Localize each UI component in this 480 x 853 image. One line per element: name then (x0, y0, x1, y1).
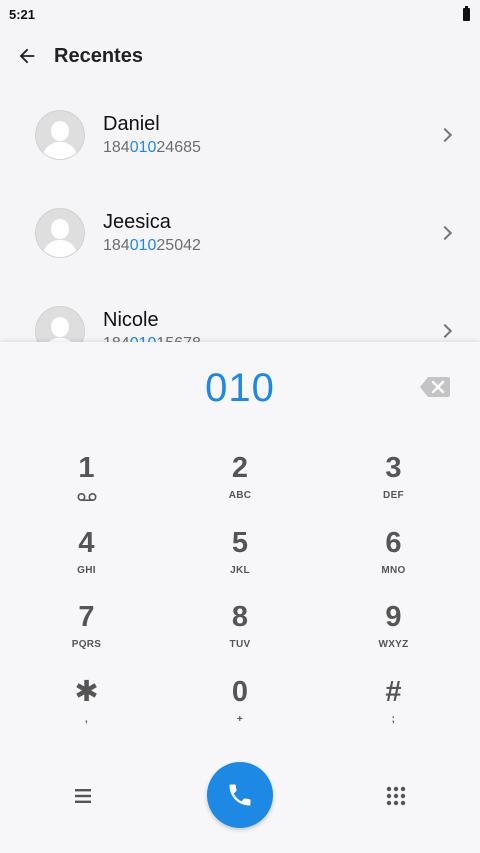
chevron-right-icon[interactable] (437, 323, 453, 339)
call-button[interactable] (207, 762, 273, 828)
contact-number: 18401025042 (103, 236, 201, 254)
contact-name: Daniel (103, 112, 160, 135)
contact-number: 18401015678 (103, 333, 201, 343)
voicemail-icon (76, 492, 97, 502)
key-9[interactable]: 9 WXYZ (312, 596, 480, 671)
battery-icon (463, 6, 470, 21)
key-digit: 1 (78, 452, 95, 484)
contact-item[interactable]: Daniel 18401024685 (0, 86, 480, 184)
chevron-right-icon[interactable] (437, 127, 453, 143)
key-6[interactable]: 6 MNO (312, 522, 480, 597)
entered-digits[interactable]: 010 (205, 366, 275, 411)
phone-icon (229, 784, 251, 806)
contact-list: Daniel 18401024685 Jeesica 18401025042 N… (0, 86, 480, 342)
key-digit: 9 (385, 601, 402, 633)
key-digit: 4 (78, 526, 95, 559)
key-4[interactable]: 4 GHI (0, 522, 168, 597)
avatar (35, 306, 85, 342)
key-letters: GHI (77, 564, 96, 576)
key-letters: + (236, 713, 244, 725)
key-digit: 7 (78, 601, 95, 633)
arrow-left-icon (19, 48, 35, 64)
key-pound[interactable]: # ; (312, 671, 480, 746)
chevron-right-icon[interactable] (437, 225, 453, 241)
app-bar: Recentes (0, 28, 480, 84)
key-7[interactable]: 7 PQRS (0, 596, 168, 671)
key-8[interactable]: 8 TUV (168, 596, 312, 671)
key-digit: ✱ (74, 675, 99, 708)
key-letters: ABC (228, 490, 252, 501)
key-digit: 2 (231, 452, 249, 484)
key-letters: PQRS (71, 639, 102, 650)
status-time: 5:21 (9, 6, 36, 22)
contact-item[interactable]: Jeesica 18401025042 (0, 184, 480, 282)
key-digit: # (385, 675, 402, 708)
key-letters: WXYZ (378, 639, 409, 650)
page-title: Recentes (54, 44, 143, 67)
avatar (35, 110, 85, 160)
key-1[interactable]: 1 (0, 447, 168, 522)
keypad: 1 2 ABC 3 DEF 4 GHI 5 JKL 6 MNO 7 PQRS 8… (0, 447, 480, 745)
key-digit: 0 (231, 675, 249, 708)
key-letters: TUV (229, 639, 251, 650)
backspace-icon[interactable] (420, 377, 450, 397)
key-digit: 8 (231, 601, 249, 633)
back-button[interactable] (0, 28, 54, 84)
key-letters: DEF (383, 490, 404, 501)
key-letters: MNO (381, 564, 406, 576)
key-5[interactable]: 5 JKL (168, 522, 312, 597)
key-2[interactable]: 2 ABC (168, 447, 312, 522)
status-bar: 5:21 (0, 0, 480, 28)
avatar (35, 208, 85, 258)
dialpad-actions (0, 762, 480, 830)
key-letters: JKL (230, 564, 250, 576)
key-star[interactable]: ✱ , (0, 671, 168, 746)
key-letters: , (84, 713, 89, 725)
key-digit: 3 (385, 452, 402, 484)
contact-name: Jeesica (103, 210, 171, 233)
key-digit: 6 (385, 526, 402, 559)
key-letters: ; (391, 713, 396, 725)
dialpad-icon[interactable] (386, 786, 406, 806)
key-0[interactable]: 0 + (168, 671, 312, 746)
digits-display: 010 (0, 342, 480, 434)
menu-icon[interactable] (73, 786, 93, 806)
key-3[interactable]: 3 DEF (312, 447, 480, 522)
key-digit: 5 (231, 526, 249, 559)
contact-name: Nicole (103, 308, 159, 331)
contact-item[interactable]: Nicole 18401015678 (0, 282, 480, 342)
dialpad: 010 1 2 ABC 3 DEF 4 GHI 5 JKL 6 MNO 7 PQ… (0, 342, 480, 853)
contact-number: 18401024685 (103, 138, 201, 156)
